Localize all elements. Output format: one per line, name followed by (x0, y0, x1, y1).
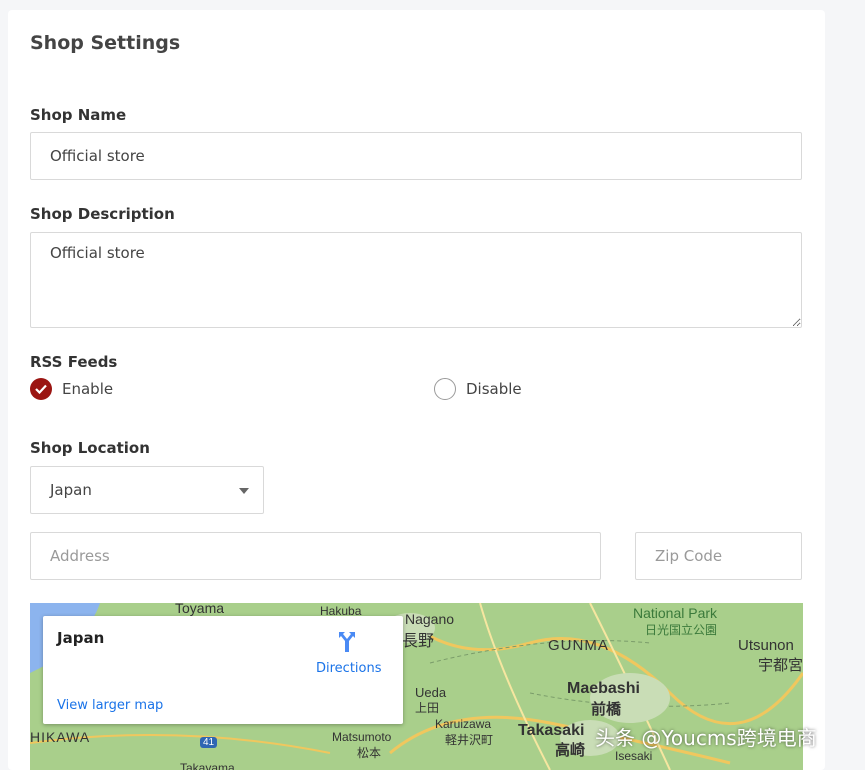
rss-feeds-label: RSS Feeds (30, 353, 118, 371)
map-label-nagano: Nagano (405, 611, 455, 627)
rss-disable-option[interactable]: Disable (434, 378, 522, 400)
map-label-takayama: Takayama (180, 761, 235, 770)
map-label-nagano-jp: 長野 (402, 633, 435, 650)
address-placeholder: Address (50, 547, 110, 565)
map-label-karuizawa-jp: 軽井沢町 (445, 733, 494, 747)
map-label-maebashi: Maebashi (567, 680, 640, 697)
directions-link[interactable]: Directions (316, 661, 382, 676)
map-label-ueda-jp: 上田 (415, 701, 440, 715)
shop-name-label: Shop Name (30, 106, 127, 124)
map-label-takasaki: Takasaki (518, 722, 585, 739)
shop-settings-card: Shop Settings Shop Name Official store S… (8, 10, 825, 770)
rss-enable-option[interactable]: Enable (30, 378, 113, 400)
map-label-national-park: National Park (633, 605, 718, 621)
shop-description-label: Shop Description (30, 205, 175, 223)
country-select-value: Japan (50, 481, 92, 499)
radio-unchecked-icon[interactable] (434, 378, 456, 400)
radio-checked-icon[interactable] (30, 378, 52, 400)
map-label-matsumoto-jp: 松本 (357, 746, 382, 760)
map-label-isesaki: Isesaki (615, 749, 653, 763)
map-label-ueda: Ueda (415, 685, 447, 700)
shop-name-input[interactable]: Official store (30, 132, 802, 180)
map-label-gunma: GUNMA (548, 637, 609, 654)
map-label-utsunomiya-jp: 宇都宮 (758, 657, 803, 674)
shop-name-value: Official store (50, 147, 145, 165)
view-larger-map-link[interactable]: View larger map (57, 698, 163, 713)
map-label-maebashi-jp: 前橋 (591, 701, 622, 718)
map-label-national-park-jp: 日光国立公園 (645, 623, 718, 637)
directions-icon[interactable] (335, 630, 359, 658)
map-label-utsunomiya: Utsunon (738, 637, 794, 654)
shop-location-label: Shop Location (30, 439, 150, 457)
rss-disable-label: Disable (466, 380, 522, 398)
address-input[interactable]: Address (30, 532, 601, 580)
route-41-shield: 41 (200, 737, 218, 748)
rss-enable-label: Enable (62, 380, 114, 398)
shop-description-textarea[interactable]: Official store (30, 232, 802, 328)
map-label-karuizawa: Karuizawa (435, 717, 492, 731)
page-title: Shop Settings (30, 32, 181, 54)
caret-down-icon (239, 488, 249, 494)
map-label-takasaki-jp: 高崎 (555, 742, 586, 759)
map-label-toyama: Toyama (175, 603, 225, 616)
watermark-text: 头条 @Youcms跨境电商 (595, 726, 817, 750)
map-label-matsumoto: Matsumoto (332, 730, 392, 744)
map-place-name: Japan (57, 629, 105, 647)
zip-code-input[interactable]: Zip Code (635, 532, 802, 580)
country-select[interactable]: Japan (30, 466, 264, 514)
map-label-ishikawa: HIKAWA (30, 729, 91, 745)
map-info-card: Japan Directions View larger map (43, 616, 403, 724)
zip-code-placeholder: Zip Code (655, 547, 723, 565)
